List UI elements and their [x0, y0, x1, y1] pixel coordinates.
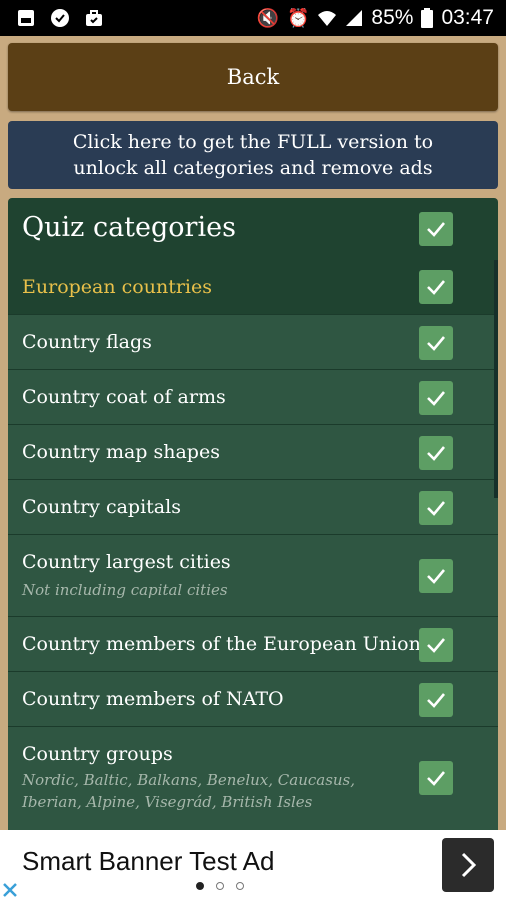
ad-info-icon[interactable] [0, 880, 20, 900]
clock: 03:47 [441, 6, 494, 29]
list-title: Quiz categories [22, 212, 236, 243]
category-list: Quiz categories European countries Count… [8, 198, 498, 830]
check-icon [427, 771, 445, 786]
full-version-line1: Click here to get the FULL version to [72, 131, 434, 153]
list-item-capitals[interactable]: Country capitals [8, 479, 498, 535]
list-item-label: Country members of the European Union [22, 633, 421, 655]
list-item-coat-of-arms[interactable]: Country coat of arms [8, 369, 498, 425]
list-item-sublabel: Iberian, Alpine, Visegrád, British Isles [22, 793, 313, 811]
gallery-icon [18, 10, 34, 26]
list-item-nato[interactable]: Country members of NATO [8, 671, 498, 727]
checkbox[interactable] [419, 491, 453, 525]
ad-page-dots [190, 882, 250, 892]
page-dot [236, 882, 244, 890]
checkbox[interactable] [419, 270, 453, 304]
list-item-label: Country members of NATO [22, 688, 284, 710]
list-item-country-groups[interactable]: Country groups Nordic, Baltic, Balkans, … [8, 726, 498, 830]
ad-banner[interactable]: Smart Banner Test Ad [0, 830, 506, 900]
back-button[interactable]: Back [8, 43, 498, 111]
briefcase-icon [86, 10, 102, 26]
checkbox[interactable] [419, 683, 453, 717]
checkbox[interactable] [419, 559, 453, 593]
status-bar: 🔇 ⏰ 85% 03:47 [0, 0, 506, 36]
checkbox[interactable] [419, 381, 453, 415]
list-item-country-flags[interactable]: Country flags [8, 314, 498, 370]
list-item-european-countries[interactable]: European countries [8, 260, 498, 314]
list-item-label: Country groups [22, 743, 173, 765]
full-version-line2: unlock all categories and remove ads [73, 157, 433, 179]
full-version-button[interactable]: Click here to get the FULL version to un… [8, 121, 498, 189]
check-icon [427, 693, 445, 708]
list-item-label: Country coat of arms [22, 386, 226, 408]
checkbox[interactable] [419, 326, 453, 360]
list-item-label: Country largest cities [22, 551, 231, 573]
signal-icon [346, 10, 363, 26]
list-item-map-shapes[interactable]: Country map shapes [8, 424, 498, 480]
check-icon [427, 336, 445, 351]
list-item-largest-cities[interactable]: Country largest cities Not including cap… [8, 534, 498, 617]
list-item-sublabel: Nordic, Baltic, Balkans, Benelux, Caucas… [22, 771, 356, 789]
page-dot [196, 882, 204, 890]
scrollbar[interactable] [494, 260, 498, 498]
check-icon [427, 391, 445, 406]
check-icon [427, 569, 445, 584]
check-icon [427, 446, 445, 461]
list-item-label: Country map shapes [22, 441, 220, 463]
check-icon [427, 222, 445, 237]
ad-arrow-button[interactable] [442, 838, 494, 892]
checkbox[interactable] [419, 628, 453, 662]
battery-percent: 85% [371, 6, 414, 29]
select-all-checkbox[interactable] [419, 212, 453, 246]
ad-title: Smart Banner Test Ad [22, 846, 275, 876]
wifi-icon [318, 11, 337, 26]
check-icon [427, 280, 445, 295]
check-icon [427, 638, 445, 653]
list-item-european-union[interactable]: Country members of the European Union [8, 616, 498, 672]
checkbox[interactable] [419, 436, 453, 470]
checkbox[interactable] [419, 761, 453, 795]
list-item-sublabel: Not including capital cities [22, 581, 228, 599]
list-item-label: Country capitals [22, 496, 181, 518]
alarm-icon: ⏰ [286, 7, 310, 28]
mute-icon: 🔇 [256, 7, 279, 28]
battery-icon [421, 8, 434, 28]
chevron-right-icon [461, 852, 477, 878]
list-header: Quiz categories [8, 198, 498, 260]
back-button-label: Back [226, 65, 280, 89]
list-item-label: European countries [22, 276, 212, 298]
list-item-label: Country flags [22, 331, 152, 353]
check-icon [427, 501, 445, 516]
page-dot [216, 882, 224, 890]
chat-icon [51, 9, 69, 27]
